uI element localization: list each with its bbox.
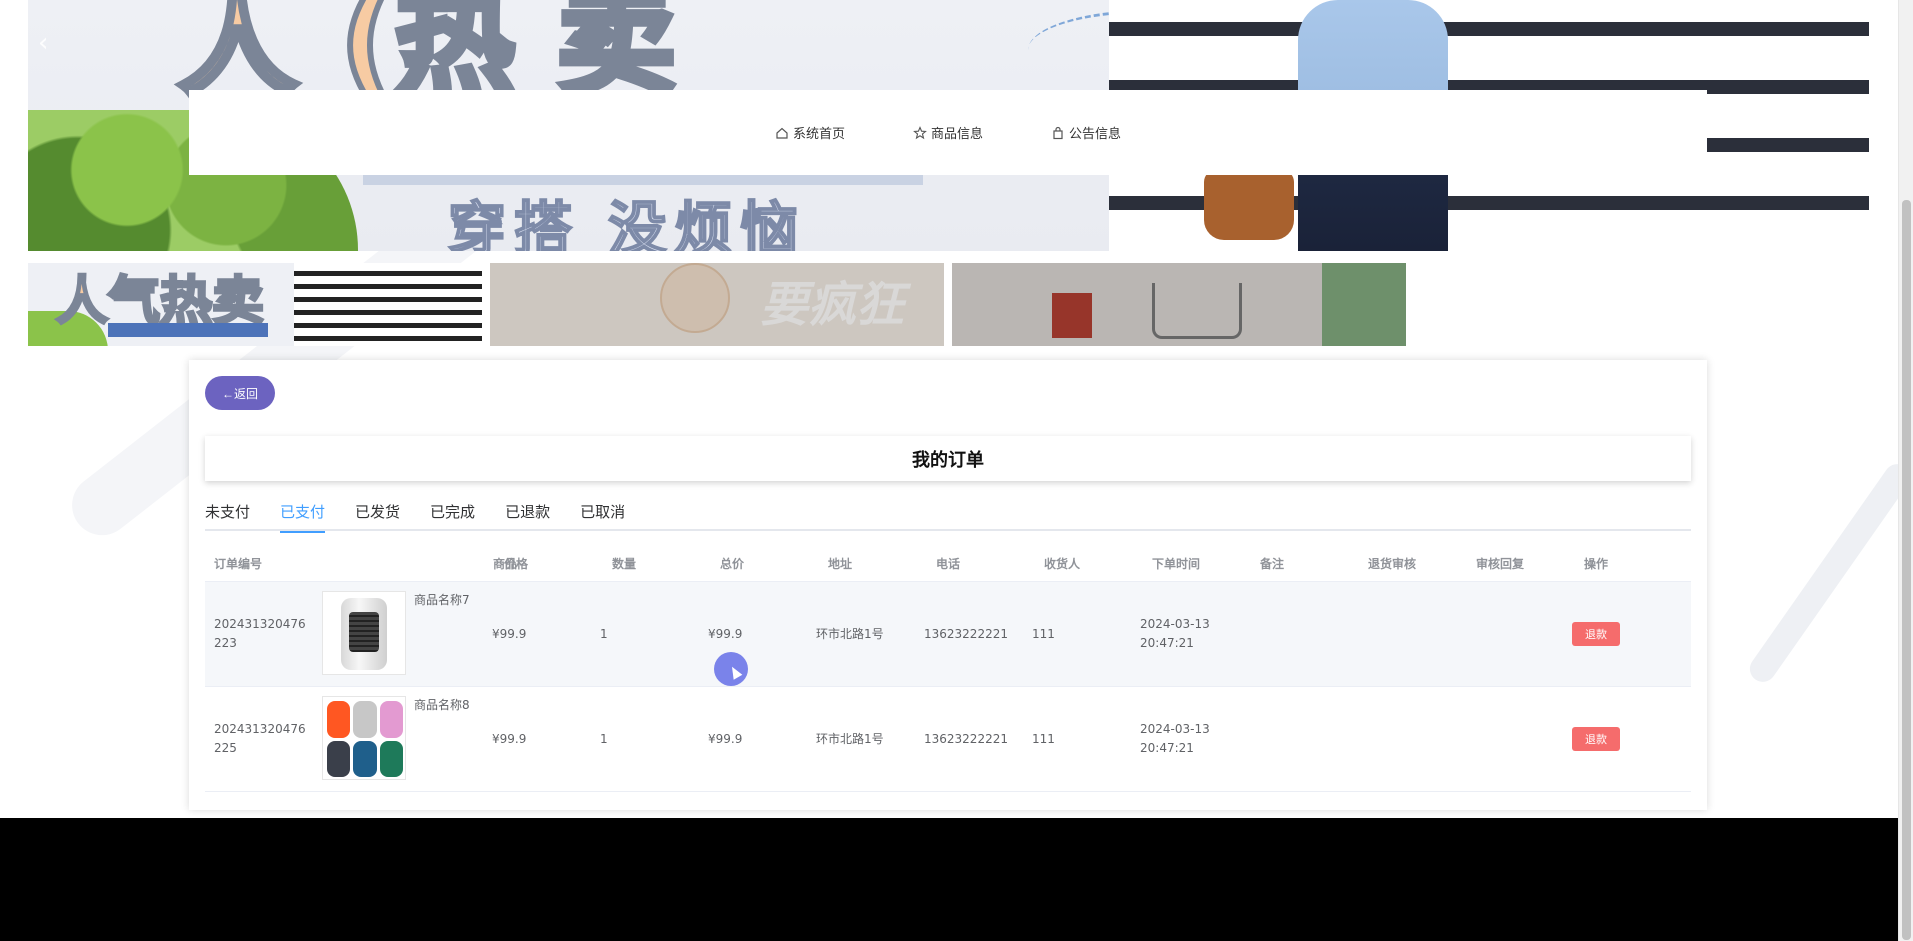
orders-table: 订单编号 商品 价格 数量 总价 地址 电话 收货人 下单时间 备注 退货审核 … — [205, 545, 1691, 792]
green-panel-graphic — [1322, 263, 1406, 346]
carousel-next-icon[interactable]: › — [1843, 28, 1853, 58]
carousel-thumbnail-2[interactable]: 要疯狂 就彻底 — [490, 263, 944, 346]
goods-cell: 商品名称8 — [313, 696, 483, 782]
cups-image — [327, 701, 403, 777]
carousel-thumbnail-3[interactable] — [952, 263, 1406, 346]
column-header: 总价 — [720, 556, 745, 571]
nav-item-label: 商品信息 — [930, 127, 983, 142]
tab-cancelled[interactable]: 已取消 — [580, 500, 625, 531]
sale-badge-graphic — [660, 263, 730, 333]
order-time: 2024-03-13 20:47:21 — [1140, 722, 1210, 755]
tab-refunded[interactable]: 已退款 — [505, 500, 550, 531]
order-number: 202431320476225 — [214, 722, 306, 755]
page-title: 我的订单 — [205, 436, 1691, 481]
star-icon — [913, 125, 927, 139]
striped-window-graphic — [294, 263, 482, 346]
actions-cell: 退款 — [1563, 727, 1671, 751]
table-header: 订单编号 商品 价格 数量 总价 地址 电话 收货人 下单时间 备注 退货审核 … — [205, 545, 1691, 582]
column-header: 下单时间 — [1152, 556, 1201, 571]
order-time: 2024-03-13 20:47:21 — [1140, 617, 1210, 650]
column-header: 审核回复 — [1476, 556, 1525, 571]
column-header: 收货人 — [1044, 556, 1081, 571]
carousel-thumbnail-1[interactable]: 人气热卖 — [28, 263, 482, 346]
nav-item-products[interactable]: 商品信息 — [913, 123, 983, 142]
column-header: 退货审核 — [1368, 556, 1417, 571]
orders-card: ←返回 我的订单 未支付 已支付 已发货 已完成 已退款 已取消 订单编号 商品… — [189, 360, 1707, 810]
background-decoration — [1744, 459, 1913, 687]
product-image — [322, 591, 406, 675]
product-image — [322, 696, 406, 780]
total-price: ¥99.9 — [708, 626, 743, 641]
product-name: 商品名称7 — [414, 593, 470, 607]
page-footer-area — [0, 818, 1898, 941]
quantity: 1 — [600, 731, 608, 746]
handbag-graphic — [1204, 170, 1294, 240]
tab-shipped[interactable]: 已发货 — [355, 500, 400, 531]
hero-slogan: 穿搭 没烦恼 — [447, 194, 807, 251]
tab-unpaid[interactable]: 未支付 — [205, 500, 250, 531]
goods-cell: 商品名称7 — [313, 591, 483, 677]
product-name: 商品名称8 — [414, 698, 470, 712]
column-header: 价格 — [504, 556, 529, 571]
scrollbar-thumb[interactable] — [1902, 200, 1911, 940]
quantity: 1 — [600, 626, 608, 641]
column-header: 电话 — [936, 556, 961, 571]
thumbnail-band — [108, 323, 268, 337]
carousel-prev-icon[interactable]: ‹ — [38, 28, 48, 58]
table-row: 202431320476223 商品名称7 ¥99.9 1 ¥99.9 环市北路… — [205, 582, 1691, 687]
nav-item-notices[interactable]: 公告信息 — [1051, 123, 1121, 142]
phone: 13623222221 — [924, 626, 1008, 641]
total-price: ¥99.9 — [708, 731, 743, 746]
column-header: 数量 — [612, 556, 637, 571]
thumbnail-headline: 要疯狂 就彻底 — [760, 277, 905, 333]
back-button[interactable]: ←返回 — [205, 376, 275, 410]
nav-item-home[interactable]: 系统首页 — [775, 123, 845, 142]
nav-item-label: 公告信息 — [1069, 127, 1122, 142]
nav-item-label: 系统首页 — [792, 127, 845, 142]
heater-image — [341, 598, 387, 670]
shopping-bags-graphic — [1052, 293, 1092, 338]
address: 环市北路1号 — [816, 731, 884, 746]
order-number: 202431320476223 — [214, 617, 306, 650]
column-header: 备注 — [1260, 556, 1285, 571]
receiver: 111 — [1032, 626, 1055, 641]
refund-button[interactable]: 退款 — [1572, 622, 1620, 646]
top-navbar: 系统首页 商品信息 公告信息 — [189, 90, 1707, 175]
column-header: 地址 — [828, 556, 853, 571]
column-header: 操作 — [1584, 556, 1609, 571]
column-header: 订单编号 — [214, 556, 263, 571]
shopping-cart-graphic — [1152, 283, 1242, 339]
shopping-bag-icon — [1053, 126, 1063, 139]
actions-cell: 退款 — [1563, 622, 1671, 646]
home-icon — [776, 127, 788, 139]
address: 环市北路1号 — [816, 626, 884, 641]
price: ¥99.9 — [492, 626, 527, 641]
tab-completed[interactable]: 已完成 — [430, 500, 475, 531]
price: ¥99.9 — [492, 731, 527, 746]
order-status-tabs: 未支付 已支付 已发货 已完成 已退款 已取消 — [205, 500, 1691, 533]
receiver: 111 — [1032, 731, 1055, 746]
vertical-scrollbar[interactable] — [1898, 0, 1913, 941]
page-title-text: 我的订单 — [912, 449, 984, 471]
carousel-thumbnails: 人气热卖 要疯狂 就彻底 — [28, 263, 1406, 346]
phone: 13623222221 — [924, 731, 1008, 746]
refund-button[interactable]: 退款 — [1572, 727, 1620, 751]
tab-paid[interactable]: 已支付 — [280, 500, 326, 533]
table-row: 202431320476225 商品名称8 ¥99.9 1 ¥99.9 环市北路… — [205, 687, 1691, 792]
